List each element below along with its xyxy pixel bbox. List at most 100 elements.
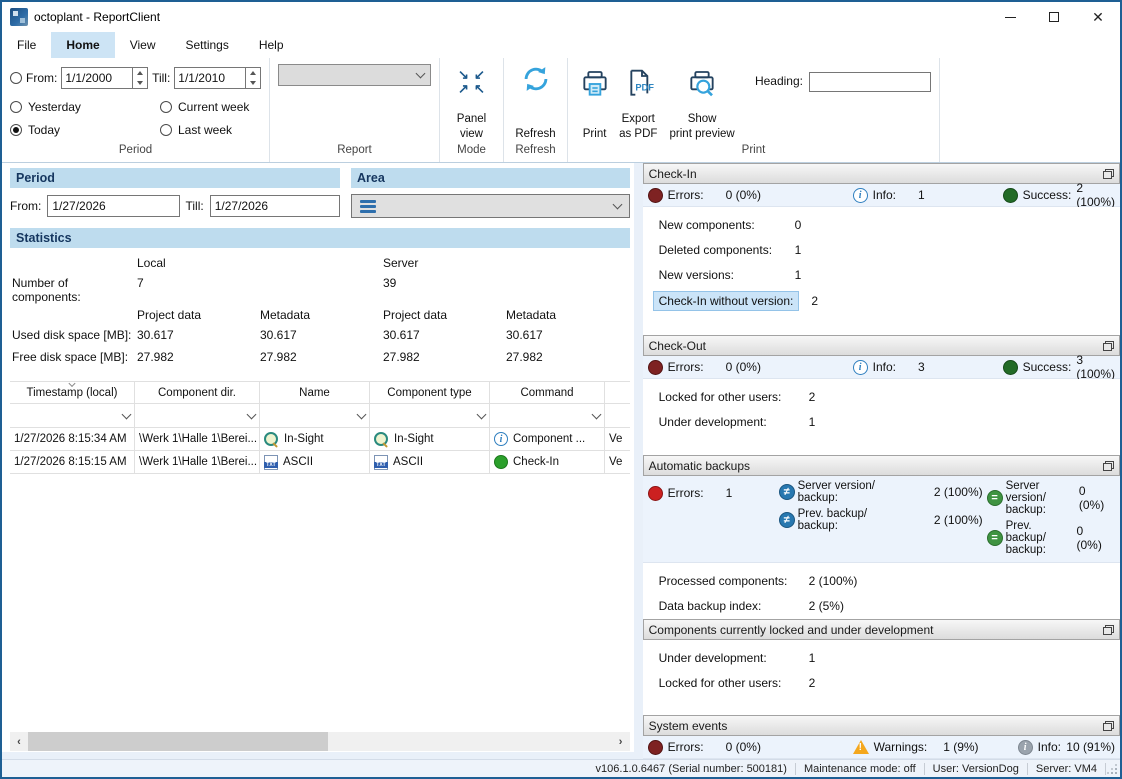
stat-value: 27.982 xyxy=(504,350,632,372)
area-select[interactable] xyxy=(351,194,630,218)
info-value: 3 xyxy=(918,360,925,374)
period-from-input[interactable]: 1/27/2026 xyxy=(47,195,179,217)
period-till-input[interactable]: 1/27/2026 xyxy=(210,195,340,217)
menu-home[interactable]: Home xyxy=(51,32,114,58)
panel-view-button[interactable]: ↘↙↗↖ Panel view xyxy=(440,58,503,144)
filter-dropdown[interactable] xyxy=(490,404,605,428)
backup-stat-value: 2 (100%) xyxy=(934,485,987,499)
locked-components-title: Components currently locked and under de… xyxy=(649,623,934,637)
radio-yesterday-label: Yesterday xyxy=(28,100,81,114)
undock-panel-icon[interactable] xyxy=(1103,461,1114,471)
menu-file[interactable]: File xyxy=(2,32,51,58)
close-button[interactable]: ✕ xyxy=(1076,2,1120,32)
undock-panel-icon[interactable] xyxy=(1103,169,1114,179)
events-table: Timestamp (local) Component dir. Name Co… xyxy=(10,381,630,474)
stat-col-header: Server xyxy=(381,256,504,276)
green-dot-icon xyxy=(494,455,508,469)
chevron-down-icon xyxy=(592,409,602,419)
radio-icon-checked[interactable] xyxy=(10,124,22,136)
panel-view-icon: ↘↙↗↖ xyxy=(456,68,488,96)
stat-cell xyxy=(504,256,632,276)
menu-view[interactable]: View xyxy=(115,32,171,58)
checkout-summary: Errors:0 (0%) iInfo:3 Success:3 (100%) xyxy=(643,356,1120,379)
radio-icon[interactable] xyxy=(160,101,172,113)
locked-components-header: Components currently locked and under de… xyxy=(643,619,1120,640)
checkin-item-highlighted[interactable]: Check-In without version:2 xyxy=(659,291,1120,311)
minimize-button[interactable] xyxy=(988,2,1032,32)
export-pdf-button[interactable]: PDF Export as PDF xyxy=(613,64,663,144)
radio-from-till[interactable] xyxy=(10,72,22,84)
checkout-item: Locked for other users:2 xyxy=(659,390,1120,404)
column-header-component-dir[interactable]: Component dir. xyxy=(135,382,260,404)
column-header-extra[interactable] xyxy=(605,382,630,404)
radio-yesterday[interactable]: Yesterday xyxy=(10,100,160,114)
till-date-field[interactable]: 1/1/2010 xyxy=(174,67,261,89)
undock-panel-icon[interactable] xyxy=(1103,341,1114,351)
column-header-timestamp[interactable]: Timestamp (local) xyxy=(10,382,135,404)
errors-icon xyxy=(648,740,663,755)
radio-icon[interactable] xyxy=(10,101,22,113)
table-row[interactable]: 1/27/2026 8:15:34 AM \Werk 1\Halle 1\Ber… xyxy=(10,428,630,451)
group-label-refresh: Refresh xyxy=(504,144,567,162)
system-events-title: System events xyxy=(649,719,728,733)
spinner-down-icon[interactable] xyxy=(133,78,147,88)
resize-grip[interactable] xyxy=(1106,763,1118,775)
print-preview-button[interactable]: Show print preview xyxy=(663,64,741,144)
status-maintenance-mode: Maintenance mode: off xyxy=(796,763,925,775)
from-date-value[interactable]: 1/1/2000 xyxy=(62,71,132,85)
undock-panel-icon[interactable] xyxy=(1103,625,1114,635)
from-date-field[interactable]: 1/1/2000 xyxy=(61,67,148,89)
scroll-right-icon[interactable]: › xyxy=(612,736,630,748)
cell-component-type: ASCII xyxy=(370,451,490,474)
equal-icon: = xyxy=(987,530,1003,546)
refresh-button[interactable]: Refresh xyxy=(504,58,567,144)
radio-current-week[interactable]: Current week xyxy=(160,100,261,114)
column-header-command[interactable]: Command xyxy=(490,382,605,404)
spinner-down-icon[interactable] xyxy=(246,78,260,88)
print-preview-label: Show print preview xyxy=(670,112,735,144)
statistics-section-header: Statistics xyxy=(10,228,630,248)
report-select[interactable] xyxy=(278,64,431,86)
window-title: octoplant - ReportClient xyxy=(34,10,160,24)
filter-dropdown[interactable] xyxy=(260,404,370,428)
stat-col-header: Metadata xyxy=(504,302,632,328)
menu-help[interactable]: Help xyxy=(244,32,299,58)
undock-panel-icon[interactable] xyxy=(1103,721,1114,731)
maximize-button[interactable] xyxy=(1032,2,1076,32)
till-date-spinner[interactable] xyxy=(245,68,260,88)
heading-input[interactable] xyxy=(809,72,931,92)
horizontal-scrollbar[interactable]: ‹ › xyxy=(10,732,630,751)
checkin-section: Check-In Errors:0 (0%) iInfo:1 Success:2… xyxy=(643,163,1120,335)
spinner-up-icon[interactable] xyxy=(133,68,147,78)
cell-component-dir: \Werk 1\Halle 1\Berei... xyxy=(135,428,260,451)
panel-splitter[interactable] xyxy=(634,163,643,759)
filter-dropdown[interactable] xyxy=(135,404,260,428)
stat-value: 7 xyxy=(135,276,258,302)
ribbon-group-print: Print PDF Export as PDF xyxy=(568,58,940,162)
table-row[interactable]: 1/27/2026 8:15:15 AM \Werk 1\Halle 1\Ber… xyxy=(10,451,630,474)
radio-last-week[interactable]: Last week xyxy=(160,123,261,137)
radio-today[interactable]: Today xyxy=(10,123,160,137)
errors-value: 0 (0%) xyxy=(726,360,761,374)
checkin-item: New components:0 xyxy=(659,218,1120,232)
period-till-label: Till: xyxy=(186,199,204,213)
filter-dropdown[interactable] xyxy=(370,404,490,428)
from-date-spinner[interactable] xyxy=(132,68,147,88)
column-header-component-type[interactable]: Component type xyxy=(370,382,490,404)
cell-timestamp: 1/27/2026 8:15:34 AM xyxy=(10,428,135,451)
till-date-value[interactable]: 1/1/2010 xyxy=(175,71,245,85)
left-panel: Period From: 1/27/2026 Till: 1/27/2026 A… xyxy=(2,163,634,759)
menu-settings[interactable]: Settings xyxy=(170,32,243,58)
print-button[interactable]: Print xyxy=(576,64,613,144)
chevron-down-icon xyxy=(122,409,132,419)
success-icon xyxy=(1003,360,1018,375)
maximize-icon xyxy=(1049,12,1059,22)
scroll-left-icon[interactable]: ‹ xyxy=(10,736,28,748)
column-header-name[interactable]: Name xyxy=(260,382,370,404)
filter-dropdown[interactable] xyxy=(10,404,135,428)
scrollbar-thumb[interactable] xyxy=(28,732,328,751)
info-icon: i xyxy=(853,360,868,375)
stat-value: 30.617 xyxy=(504,328,632,350)
spinner-up-icon[interactable] xyxy=(246,68,260,78)
radio-icon[interactable] xyxy=(160,124,172,136)
